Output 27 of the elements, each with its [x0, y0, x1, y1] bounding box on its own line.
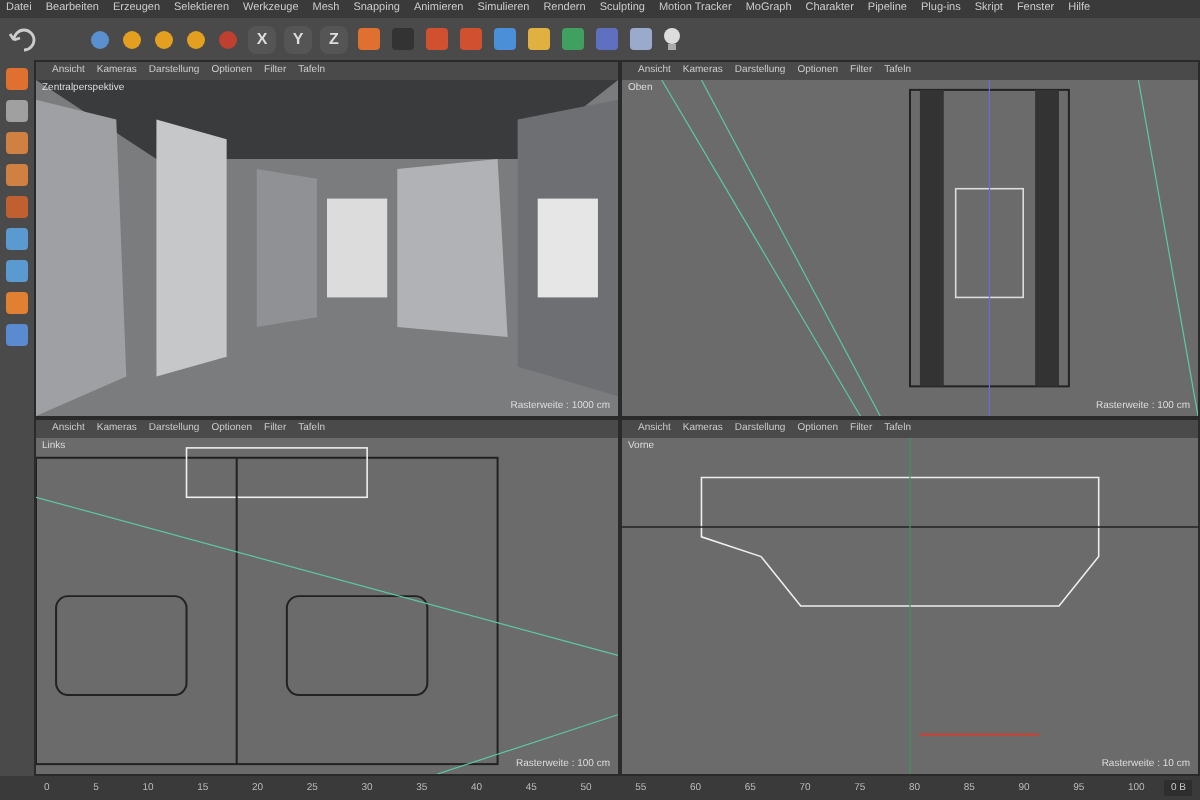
toolbar-icon[interactable] [560, 26, 586, 52]
palette-tool-icon[interactable] [4, 194, 30, 220]
toolbar-icon[interactable] [526, 26, 552, 52]
palette-tool-icon[interactable] [4, 98, 30, 124]
axis-button[interactable]: X [248, 25, 276, 53]
axis-button[interactable]: Y [284, 25, 312, 53]
palette-tool-icon[interactable] [4, 290, 30, 316]
toolbar-icon[interactable] [458, 26, 484, 52]
axis-button[interactable]: Z [320, 25, 348, 53]
light-bulb-icon[interactable] [662, 26, 682, 52]
tool-icon[interactable] [88, 27, 112, 51]
tool-icon[interactable] [152, 27, 176, 51]
undo-icon[interactable] [8, 27, 36, 51]
tool-icon[interactable] [120, 27, 144, 51]
toolbar-icon[interactable] [628, 26, 654, 52]
palette-tool-icon[interactable] [4, 66, 30, 92]
tool-icon[interactable] [216, 27, 240, 51]
palette-tool-icon[interactable] [4, 162, 30, 188]
toolbar-icon[interactable] [356, 26, 382, 52]
palette-tool-icon[interactable] [4, 258, 30, 284]
toolbar-icon[interactable] [594, 26, 620, 52]
toolbar-icon[interactable] [424, 26, 450, 52]
toolbar-icon[interactable] [492, 26, 518, 52]
palette-tool-icon[interactable] [4, 322, 30, 348]
palette-tool-icon[interactable] [4, 226, 30, 252]
palette-tool-icon[interactable] [4, 130, 30, 156]
tool-icon[interactable] [184, 27, 208, 51]
